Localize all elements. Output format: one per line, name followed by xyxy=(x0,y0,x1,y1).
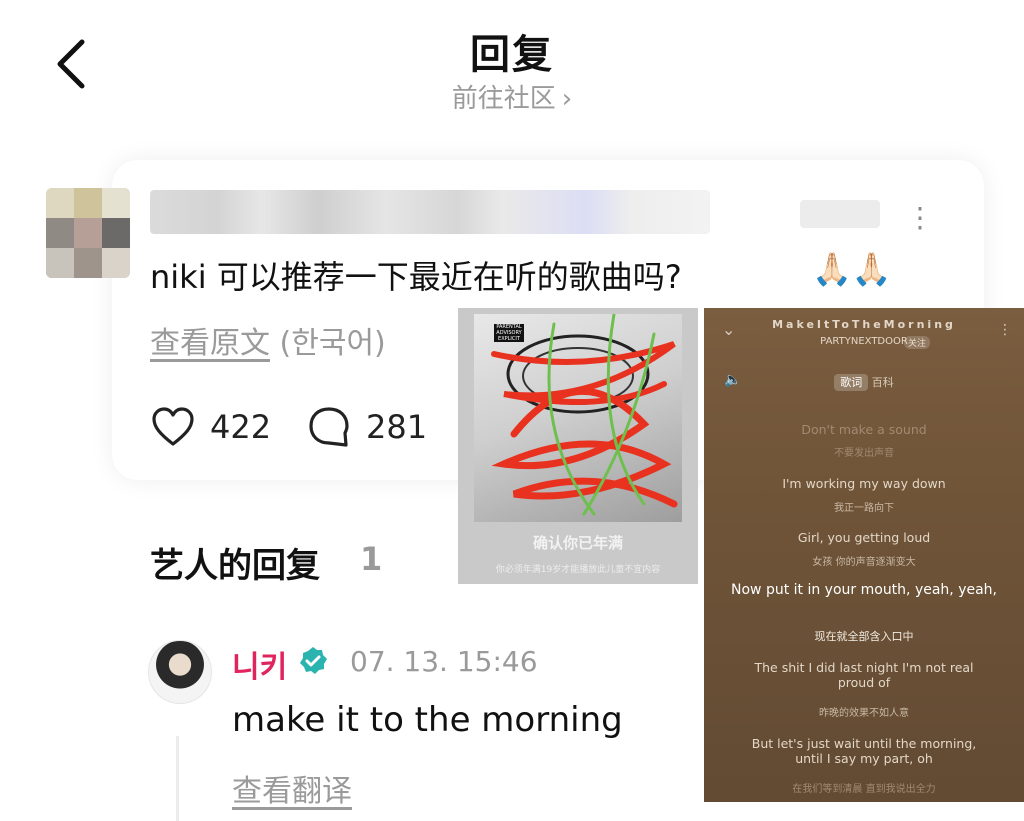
album-cover-image: PARENTAL ADVISORY EXPLICIT 确认你已年满 你必须年满19岁… xyxy=(458,308,698,584)
tab-wiki[interactable]: 百科 xyxy=(872,376,894,389)
go-to-community-link[interactable]: 前往社区 › xyxy=(0,78,1024,115)
thread-line xyxy=(176,736,179,821)
comment-text: niki 可以推荐一下最近在听的歌曲吗? xyxy=(150,258,682,296)
like-button[interactable]: 422 xyxy=(150,404,271,450)
artist-replies-heading: 艺人的回复 xyxy=(150,546,320,586)
artist-name[interactable]: 니키 xyxy=(232,642,287,686)
player-tabs: 歌词 百科 xyxy=(704,374,1024,391)
lyric-translation: 在我们等到清晨 直到我说出全力 xyxy=(792,784,936,795)
album-art: PARENTAL ADVISORY EXPLICIT xyxy=(474,314,682,522)
community-link-label: 前往社区 xyxy=(451,84,556,114)
artist-replies-count: 1 xyxy=(360,540,383,578)
page-title: 回复 xyxy=(470,32,554,78)
blurred-username xyxy=(150,190,710,234)
artist-reply-text: make it to the morning xyxy=(232,700,623,740)
comment-bubble-icon xyxy=(309,407,349,447)
reply-timestamp: 07. 13. 15:46 xyxy=(350,645,538,678)
follow-button[interactable]: 关注 xyxy=(904,336,931,349)
reply-button[interactable]: 281 xyxy=(306,404,427,450)
tab-lyrics[interactable]: 歌词 xyxy=(834,374,869,391)
blurred-timestamp xyxy=(800,200,880,228)
song-artist: PARTYNEXTDOOR xyxy=(704,336,1024,347)
current-lyric-line: Now put it in your mouth, yeah, yeah, xyxy=(731,582,997,598)
heart-icon xyxy=(152,407,194,446)
artist-avatar[interactable] xyxy=(148,640,212,704)
original-language: (한국어) xyxy=(279,326,386,361)
view-original-link[interactable]: 查看原文 xyxy=(150,326,270,361)
praying-hands-emoji: 🙏🏻🙏🏻 xyxy=(812,250,892,288)
lyric-translation: 我正一路向下 xyxy=(834,503,894,514)
age-warning-title: 确认你已年满 xyxy=(532,534,623,552)
lyric-translation: 女孩 你的声音逐渐变大 xyxy=(812,557,916,568)
lyric-line: But let's just wait until the morning, u… xyxy=(751,736,977,766)
lyric-line: The shit I did last night I'm not real p… xyxy=(754,660,974,690)
like-count: 422 xyxy=(210,408,272,446)
view-original-row: 查看原文 (한국어) xyxy=(150,318,386,362)
song-title: MakeItToTheMorning xyxy=(772,318,956,331)
view-translation-link[interactable]: 查看翻译 xyxy=(232,766,352,810)
lyric-line: Girl, you getting loud xyxy=(797,530,931,545)
chevron-right-icon: › xyxy=(561,84,573,114)
scribble-overlay xyxy=(491,314,678,516)
reply-count: 281 xyxy=(366,408,428,446)
more-options-icon[interactable]: ⋮ xyxy=(998,322,1012,338)
lyric-line: Don't make a sound xyxy=(801,422,927,437)
verified-badge-icon xyxy=(298,646,328,676)
age-warning-subtitle: 你必须年满19岁才能播放此儿童不宜内容 xyxy=(495,565,661,575)
lyric-translation: 不要发出声音 xyxy=(834,448,894,459)
more-options-icon[interactable]: ⋮ xyxy=(906,200,934,236)
artist-label: PARTYNEXTDOOR xyxy=(820,336,908,347)
music-player-screenshot: ⌄ MakeItToTheMorning PARTYNEXTDOOR 关注 ⋮ … xyxy=(704,308,1024,802)
lyric-translation: 昨晚的效果不如人意 xyxy=(819,708,909,719)
lyric-line: I'm working my way down xyxy=(782,476,946,491)
current-lyric-translation: 现在就全部含入口中 xyxy=(814,630,914,643)
avatar[interactable] xyxy=(46,188,130,278)
